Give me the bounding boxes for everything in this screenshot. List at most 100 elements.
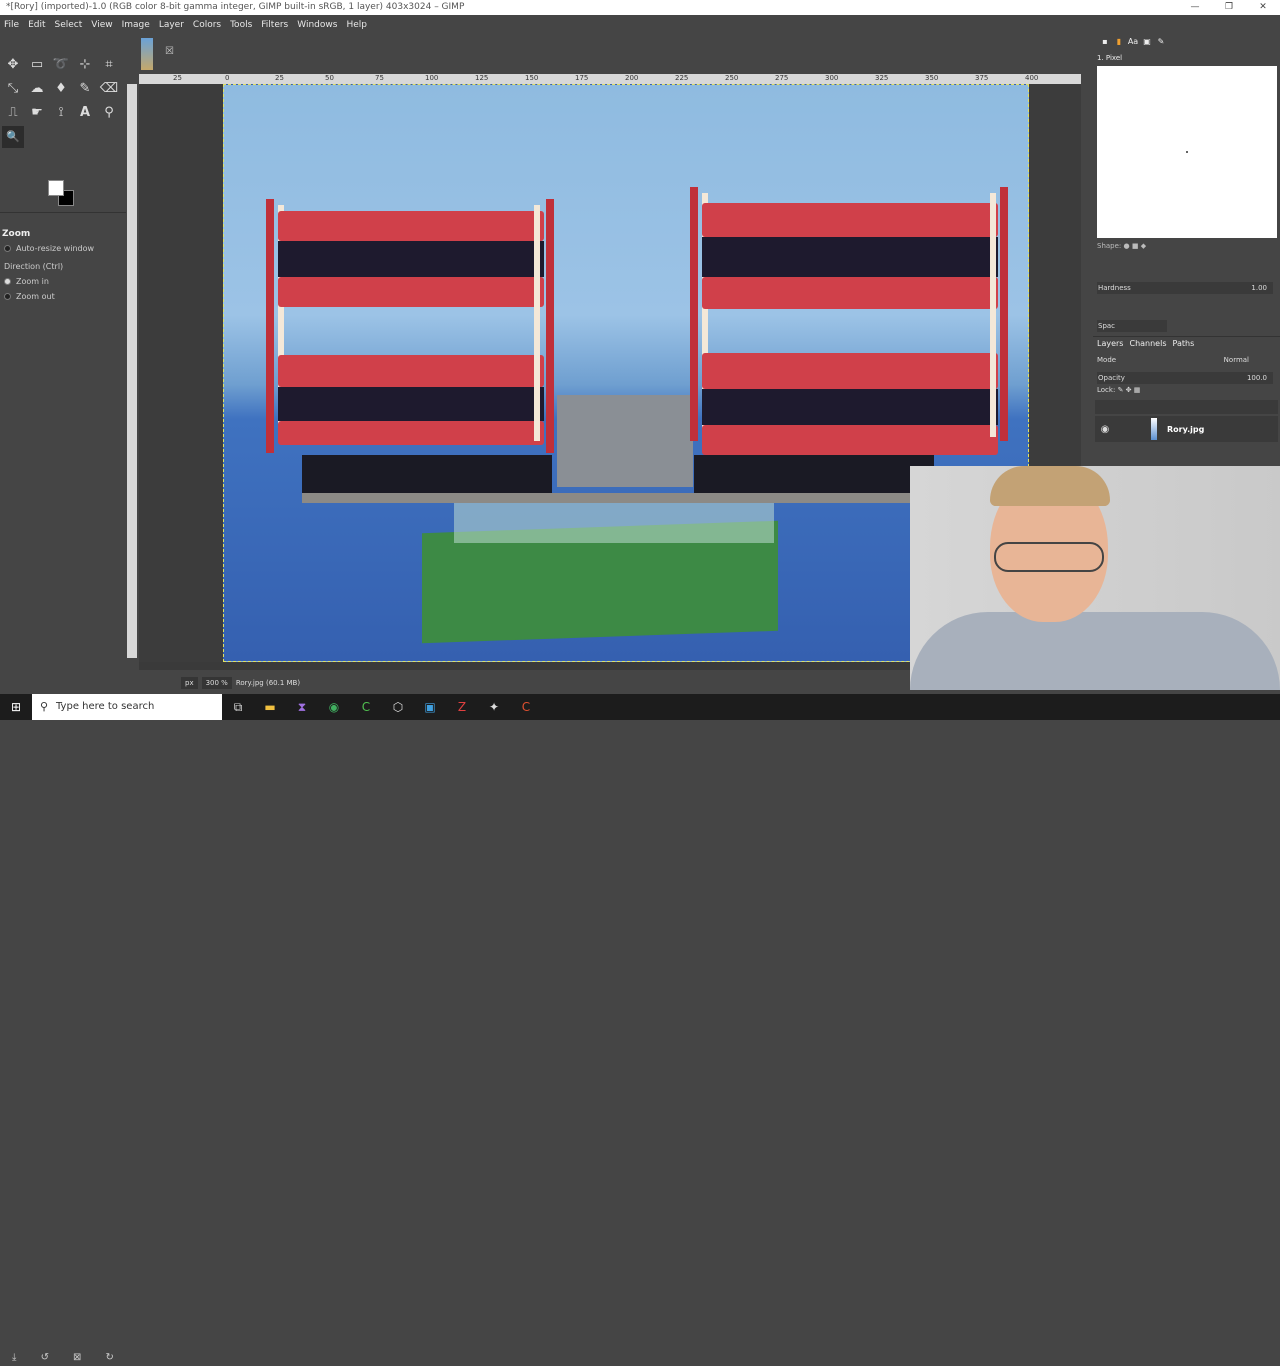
foreground-color-swatch[interactable] xyxy=(48,180,64,196)
visibility-eye-icon[interactable]: ◉ xyxy=(1095,424,1115,435)
close-tab-icon[interactable]: ☒ xyxy=(165,46,174,57)
spacing-label: Spac xyxy=(1098,322,1116,330)
color-picker-icon[interactable]: ⚲ xyxy=(98,102,120,124)
minimize-button[interactable]: — xyxy=(1178,0,1212,15)
filezilla-icon[interactable]: Z xyxy=(446,694,478,720)
auto-resize-option[interactable]: Auto-resize window xyxy=(0,241,126,256)
menu-file[interactable]: File xyxy=(4,20,19,30)
zoom-out-option[interactable]: Zoom out xyxy=(0,289,126,304)
transform-icon[interactable]: ⤡ xyxy=(2,78,24,100)
photo-bar xyxy=(278,277,544,307)
gimp-icon[interactable]: ✦ xyxy=(478,694,510,720)
paint-dynamics-tab-icon[interactable]: ✎ xyxy=(1155,37,1167,47)
delete-options-icon[interactable]: ⊠ xyxy=(73,1352,81,1366)
paintbrush-icon[interactable]: ✎ xyxy=(74,78,96,100)
mode-select[interactable]: Normal xyxy=(1224,356,1249,364)
hardness-label: Hardness xyxy=(1098,284,1131,292)
lasso-icon[interactable]: ➰ xyxy=(50,54,72,76)
menu-layer[interactable]: Layer xyxy=(159,20,184,30)
image-tab-thumbnail[interactable] xyxy=(141,38,153,70)
menu-edit[interactable]: Edit xyxy=(28,20,45,30)
image-canvas[interactable] xyxy=(223,84,1029,662)
layers-dock-tabs: Layers Channels Paths xyxy=(1093,336,1280,350)
layer-name[interactable]: Rory.jpg xyxy=(1167,425,1204,434)
tab-paths[interactable]: Paths xyxy=(1173,339,1195,348)
zoom-in-option[interactable]: Zoom in xyxy=(0,274,126,289)
opacity-label: Opacity xyxy=(1098,374,1125,382)
task-view-icon[interactable]: ⧉ xyxy=(222,694,254,720)
tab-channels[interactable]: Channels xyxy=(1129,339,1166,348)
fuzzy-select-icon[interactable]: ⊹ xyxy=(74,54,96,76)
unit-select[interactable]: px xyxy=(181,677,198,689)
patterns-tab-icon[interactable]: ▮ xyxy=(1113,37,1125,47)
maximize-button[interactable]: ❐ xyxy=(1212,0,1246,15)
lock-alpha-icon[interactable]: ▦ xyxy=(1134,386,1141,394)
radio-selected-icon[interactable] xyxy=(4,278,11,285)
brush-preview[interactable] xyxy=(1097,66,1277,238)
square-shape-icon[interactable]: ■ xyxy=(1132,242,1139,250)
menu-filters[interactable]: Filters xyxy=(261,20,288,30)
ruler-tick: 250 xyxy=(725,74,739,82)
file-explorer-icon[interactable]: ▬ xyxy=(254,694,286,720)
reset-options-icon[interactable]: ↻ xyxy=(106,1352,114,1366)
taskbar-search[interactable]: ⚲ Type here to search xyxy=(32,694,222,720)
menu-colors[interactable]: Colors xyxy=(193,20,221,30)
photo-center-block xyxy=(557,395,693,487)
checkbox-icon[interactable] xyxy=(4,245,11,252)
zoom-in-label: Zoom in xyxy=(16,277,49,286)
tool-options-tabs xyxy=(0,212,126,226)
warp-icon[interactable]: ☁ xyxy=(26,78,48,100)
camtasia-icon[interactable]: C xyxy=(350,694,382,720)
documents-tab-icon[interactable]: ▣ xyxy=(1141,37,1153,47)
bucket-fill-icon[interactable]: ♦ xyxy=(50,78,72,100)
tab-layers[interactable]: Layers xyxy=(1097,339,1123,348)
smudge-icon[interactable]: ☛ xyxy=(26,102,48,124)
restore-options-icon[interactable]: ↺ xyxy=(41,1352,49,1366)
lock-pixels-icon[interactable]: ✎ xyxy=(1118,386,1124,394)
visual-studio-icon[interactable]: ⧗ xyxy=(286,694,318,720)
brushes-tab-icon[interactable]: ▪ xyxy=(1099,37,1111,47)
ruler-tick: 225 xyxy=(675,74,689,82)
terminal-icon[interactable]: ▣ xyxy=(414,694,446,720)
paths-icon[interactable]: ⟟ xyxy=(50,102,72,124)
clone-icon[interactable]: ⎍ xyxy=(2,102,24,124)
menu-image[interactable]: Image xyxy=(122,20,150,30)
move-icon[interactable]: ✥ xyxy=(2,54,24,76)
photo-gap xyxy=(702,237,998,277)
zoom-icon[interactable]: 🔍 xyxy=(2,126,24,148)
close-button[interactable]: ✕ xyxy=(1246,0,1280,15)
recorder-icon[interactable]: C xyxy=(510,694,542,720)
ruler-tick: 75 xyxy=(375,74,384,82)
radio-icon[interactable] xyxy=(4,293,11,300)
window-title: *[Rory] (imported)-1.0 (RGB color 8-bit … xyxy=(6,2,465,12)
lock-position-icon[interactable]: ✥ xyxy=(1126,386,1132,394)
photo-post xyxy=(690,187,698,441)
color-swatches[interactable] xyxy=(48,180,78,210)
taskbar: ⊞ ⚲ Type here to search ⧉ ▬ ⧗ ◉ C ⬡ ▣ Z … xyxy=(0,694,1280,720)
menu-tools[interactable]: Tools xyxy=(230,20,252,30)
text-icon[interactable]: A xyxy=(74,102,96,124)
chrome-icon[interactable]: ◉ xyxy=(318,694,350,720)
hardness-slider[interactable]: Hardness 1.00 xyxy=(1097,282,1273,294)
crop-icon[interactable]: ⌗ xyxy=(98,54,120,76)
layer-row[interactable]: ◉ Rory.jpg xyxy=(1095,416,1278,442)
photo-gap xyxy=(278,387,544,421)
menu-select[interactable]: Select xyxy=(55,20,83,30)
rect-select-icon[interactable]: ▭ xyxy=(26,54,48,76)
zoom-select[interactable]: 300 % xyxy=(201,677,232,689)
menu-view[interactable]: View xyxy=(91,20,112,30)
window-controls: — ❐ ✕ xyxy=(1178,0,1280,15)
spacing-slider[interactable]: Spac xyxy=(1097,320,1167,332)
photo-bar xyxy=(278,355,544,387)
windows-start-icon[interactable]: ⊞ xyxy=(0,700,32,714)
circle-shape-icon[interactable]: ● xyxy=(1124,242,1130,250)
unity-icon[interactable]: ⬡ xyxy=(382,694,414,720)
menu-help[interactable]: Help xyxy=(346,20,367,30)
fonts-tab-icon[interactable]: Aa xyxy=(1127,37,1139,47)
diamond-shape-icon[interactable]: ◆ xyxy=(1141,242,1146,250)
eraser-icon[interactable]: ⌫ xyxy=(98,78,120,100)
save-options-icon[interactable]: ⤓ xyxy=(12,1352,16,1366)
webcam-overlay xyxy=(910,466,1280,690)
menu-windows[interactable]: Windows xyxy=(297,20,337,30)
opacity-slider[interactable]: Opacity 100.0 xyxy=(1097,372,1273,384)
